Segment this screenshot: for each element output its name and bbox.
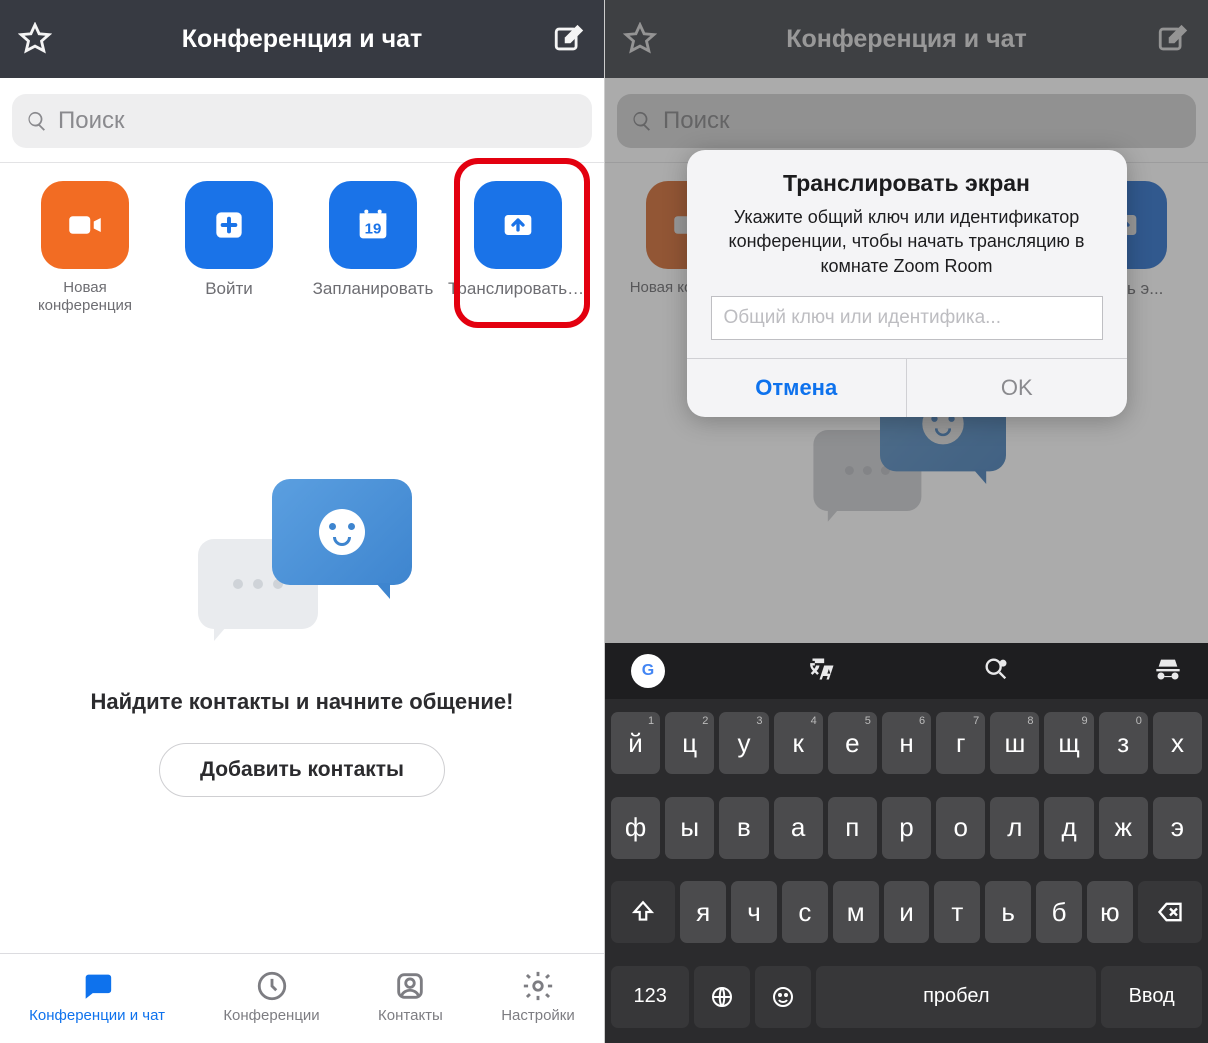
key-ь[interactable]: ь [985, 881, 1031, 943]
plus-icon [185, 181, 273, 269]
tab-label: Конференции и чат [29, 1007, 165, 1024]
video-icon [41, 181, 129, 269]
action-label: Транслировать э... [448, 279, 588, 299]
key-г[interactable]: г7 [936, 712, 985, 774]
share-screen-dialog: Транслировать экран Укажите общий ключ и… [687, 150, 1127, 417]
key-л[interactable]: л [990, 797, 1039, 859]
key-ф[interactable]: ф [611, 797, 660, 859]
keyboard: G й1ц2у3к4е5н6г7ш8щ9з0х фывапролджэ ячсм… [605, 643, 1208, 1043]
star-icon[interactable] [18, 22, 52, 56]
calendar-icon: 19 [329, 181, 417, 269]
chat-illustration [192, 479, 412, 659]
key-б[interactable]: б [1036, 881, 1082, 943]
keyboard-row-1: й1ц2у3к4е5н6г7ш8щ9з0х [611, 712, 1202, 774]
key-у[interactable]: у3 [719, 712, 768, 774]
key-ы[interactable]: ы [665, 797, 714, 859]
tab-meetings[interactable]: Конференции [223, 969, 319, 1024]
tab-meet-chat[interactable]: Конференции и чат [29, 969, 165, 1024]
sharing-key-input[interactable] [711, 296, 1103, 340]
space-key[interactable]: пробел [816, 966, 1096, 1028]
tab-bar: Конференции и чат Конференции Контакты Н… [0, 953, 604, 1043]
key-з[interactable]: з0 [1099, 712, 1148, 774]
enter-key[interactable]: Ввод [1101, 966, 1202, 1028]
key-ш[interactable]: ш8 [990, 712, 1039, 774]
svg-text:19: 19 [365, 220, 382, 237]
key-и[interactable]: и [884, 881, 930, 943]
search-icon [26, 110, 48, 132]
key-ч[interactable]: ч [731, 881, 777, 943]
keyboard-row-4: 123 пробел Ввод [611, 966, 1202, 1028]
key-я[interactable]: я [680, 881, 726, 943]
translate-icon[interactable] [809, 655, 837, 688]
action-join[interactable]: Войти [160, 181, 298, 315]
key-п[interactable]: п [828, 797, 877, 859]
ok-button[interactable]: OK [907, 359, 1127, 417]
action-label: Новая конференция [16, 279, 154, 315]
key-щ[interactable]: щ9 [1044, 712, 1093, 774]
emoji-key[interactable] [755, 966, 811, 1028]
dialog-title: Транслировать экран [687, 150, 1127, 205]
tab-label: Конференции [223, 1007, 319, 1024]
dialog-input-wrap [711, 296, 1103, 340]
keyboard-row-3: ячсмитьбю [611, 881, 1202, 943]
backspace-key[interactable] [1138, 881, 1202, 943]
add-contacts-button[interactable]: Добавить контакты [159, 743, 445, 797]
background-content: Конференция и чат Поиск Новая конфере...… [605, 0, 1208, 643]
keyboard-row-2: фывапролджэ [611, 797, 1202, 859]
key-х[interactable]: х [1153, 712, 1202, 774]
key-т[interactable]: т [934, 881, 980, 943]
key-е[interactable]: е5 [828, 712, 877, 774]
compose-icon[interactable] [552, 22, 586, 56]
dialog-message: Укажите общий ключ или идентификатор кон… [687, 205, 1127, 296]
key-д[interactable]: д [1044, 797, 1093, 859]
action-share-screen[interactable]: Транслировать э... [448, 181, 588, 315]
key-э[interactable]: э [1153, 797, 1202, 859]
key-ц[interactable]: ц2 [665, 712, 714, 774]
header-title: Конференция и чат [52, 25, 552, 54]
header: Конференция и чат [0, 0, 604, 78]
incognito-icon[interactable] [1154, 655, 1182, 688]
key-ж[interactable]: ж [1099, 797, 1148, 859]
num-key[interactable]: 123 [611, 966, 689, 1028]
keyboard-suggestions: G [605, 643, 1208, 699]
key-р[interactable]: р [882, 797, 931, 859]
globe-key[interactable] [694, 966, 750, 1028]
key-в[interactable]: в [719, 797, 768, 859]
key-с[interactable]: с [782, 881, 828, 943]
tab-settings[interactable]: Настройки [501, 969, 575, 1024]
key-а[interactable]: а [774, 797, 823, 859]
search-placeholder: Поиск [58, 107, 125, 135]
screen-right: Конференция и чат Поиск Новая конфере...… [604, 0, 1208, 1043]
google-icon[interactable]: G [631, 654, 665, 688]
empty-text: Найдите контакты и начните общение! [91, 689, 514, 715]
share-screen-icon [474, 181, 562, 269]
actions-row: Новая конференция Войти 19 Запланировать… [0, 163, 604, 323]
key-ю[interactable]: ю [1087, 881, 1133, 943]
empty-state: Найдите контакты и начните общение! Доба… [0, 323, 604, 953]
key-й[interactable]: й1 [611, 712, 660, 774]
key-н[interactable]: н6 [882, 712, 931, 774]
tab-contacts[interactable]: Контакты [378, 969, 443, 1024]
tab-label: Контакты [378, 1007, 443, 1024]
action-label: Войти [205, 279, 253, 299]
key-о[interactable]: о [936, 797, 985, 859]
key-к[interactable]: к4 [774, 712, 823, 774]
search-bar[interactable]: Поиск [12, 94, 592, 148]
shift-key[interactable] [611, 881, 675, 943]
screen-left: Конференция и чат Поиск Новая конференци… [0, 0, 604, 1043]
tab-label: Настройки [501, 1007, 575, 1024]
search-alt-icon[interactable] [982, 655, 1010, 688]
dialog-buttons: Отмена OK [687, 358, 1127, 417]
action-new-meeting[interactable]: Новая конференция [16, 181, 154, 315]
cancel-button[interactable]: Отмена [687, 359, 908, 417]
action-schedule[interactable]: 19 Запланировать [304, 181, 442, 315]
keyboard-rows: й1ц2у3к4е5н6г7ш8щ9з0х фывапролджэ ячсмит… [605, 699, 1208, 1043]
action-label: Запланировать [313, 279, 434, 299]
key-м[interactable]: м [833, 881, 879, 943]
